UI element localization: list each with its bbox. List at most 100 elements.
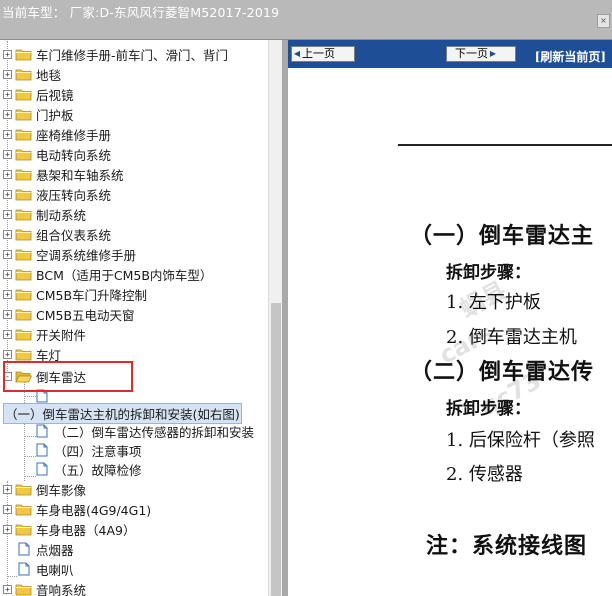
- tree-item-label: 座椅维修手册: [36, 127, 112, 143]
- tree-item-label: 开关附件: [36, 327, 87, 343]
- tree-item-label: 电动转向系统: [36, 147, 112, 163]
- folder-icon: [15, 329, 32, 340]
- tree-item-label: 组合仪表系统: [36, 227, 112, 243]
- document-icon: [36, 389, 48, 403]
- expand-icon[interactable]: +: [3, 504, 12, 514]
- tree-item-label: CM5B五电动天窗: [36, 307, 135, 323]
- document-icon: [18, 562, 30, 576]
- tree-item[interactable]: + 车灯: [3, 344, 61, 364]
- expand-icon[interactable]: +: [3, 289, 12, 299]
- expand-icon[interactable]: +: [3, 89, 12, 99]
- tree-item-label: CM5B车门升降控制: [36, 287, 148, 303]
- tree-scrollbar[interactable]: [268, 40, 282, 596]
- collapse-icon[interactable]: -: [3, 371, 12, 381]
- tree-item[interactable]: + 音响系统: [3, 579, 86, 596]
- folder-icon: [15, 149, 32, 160]
- tree-item-label: 空调系统维修手册: [36, 247, 137, 263]
- expand-icon[interactable]: +: [3, 129, 12, 139]
- step-item: 2. 传感器: [446, 464, 523, 485]
- tree-item[interactable]: + 倒车影像: [3, 479, 86, 499]
- tree-item-label: 制动系统: [36, 207, 87, 223]
- tree-item-label: 倒车影像: [36, 482, 87, 498]
- folder-icon: [15, 289, 32, 300]
- tree-item-label: 车身电器(4G9/4G1): [36, 502, 152, 518]
- step-item: 1. 后保险杆（参照: [446, 430, 595, 451]
- tree-item[interactable]: + 座椅维修手册: [3, 124, 111, 144]
- expand-icon[interactable]: +: [3, 309, 12, 319]
- expand-icon[interactable]: +: [3, 329, 12, 339]
- folder-icon: [15, 229, 32, 240]
- tree-item[interactable]: + 开关附件: [3, 324, 86, 344]
- expand-icon[interactable]: +: [3, 149, 12, 159]
- folder-icon: [15, 49, 32, 60]
- tree-item-label: BCM（适用于CM5B内饰车型）: [36, 267, 213, 283]
- title-bar: 当前车型： 厂家:D-东风风行菱智M52017-2019 ×: [0, 0, 612, 40]
- expand-icon[interactable]: +: [3, 484, 12, 494]
- expand-icon[interactable]: +: [3, 349, 12, 359]
- expand-icon[interactable]: +: [3, 69, 12, 79]
- section-heading-1: （一）倒车雷达主: [410, 223, 595, 249]
- scrollbar-thumb[interactable]: [271, 303, 281, 596]
- folder-icon: [15, 504, 32, 515]
- window-control-icon[interactable]: ×: [597, 14, 610, 28]
- tree-item-reversing-radar[interactable]: - 倒车雷达: [3, 366, 86, 386]
- tree-item[interactable]: + BCM（适用于CM5B内饰车型）: [3, 264, 212, 284]
- expand-icon[interactable]: +: [3, 524, 12, 534]
- folder-icon: [15, 129, 32, 140]
- tree-item[interactable]: + CM5B五电动天窗: [3, 304, 135, 324]
- folder-icon: [15, 309, 32, 320]
- tree-item-label: （五）故障检修: [54, 462, 142, 478]
- tree-item[interactable]: + 组合仪表系统: [3, 224, 111, 244]
- tree-item-selected[interactable]: （一）倒车雷达主机的拆卸和安装(如右图): [3, 402, 242, 424]
- tree-item-label: （二）倒车雷达传感器的拆卸和安装: [54, 424, 255, 440]
- tree-item[interactable]: + 车门维修手册-前车门、滑门、背门: [3, 44, 228, 64]
- arrow-left-icon: ◀: [293, 49, 301, 58]
- arrow-right-icon: ▶: [489, 49, 497, 58]
- steps-label: 拆卸步骤：: [446, 263, 531, 283]
- tree-item[interactable]: + 地毯: [3, 64, 61, 84]
- expand-icon[interactable]: +: [3, 269, 12, 279]
- expand-icon[interactable]: +: [3, 189, 12, 199]
- folder-icon: [15, 249, 32, 260]
- tree-item-label: 悬架和车轴系统: [36, 167, 124, 183]
- expand-icon[interactable]: +: [3, 209, 12, 219]
- tree-connector: [24, 396, 36, 397]
- refresh-page-link[interactable]: [刷新当前页]: [535, 48, 606, 65]
- document-icon: [18, 542, 30, 556]
- tree-doc-item[interactable]: （四）注意事项: [36, 440, 142, 460]
- next-page-button[interactable]: 下一页 ▶: [446, 46, 516, 62]
- expand-icon[interactable]: +: [3, 249, 12, 259]
- expand-icon[interactable]: +: [3, 169, 12, 179]
- category-tree: + 车门维修手册-前车门、滑门、背门 + 地毯 + 后视镜 + 门护板 + 座椅…: [0, 41, 282, 596]
- tree-item-label: 点烟器: [36, 542, 74, 558]
- tree-item-label: 车身电器（4A9）: [36, 522, 136, 538]
- prev-page-button[interactable]: ◀ 上一页: [291, 46, 355, 62]
- tree-connector: [24, 456, 36, 457]
- tree-item[interactable]: + 车身电器（4A9）: [3, 519, 135, 539]
- tree-item[interactable]: + 悬架和车轴系统: [3, 164, 124, 184]
- expand-icon[interactable]: +: [3, 109, 12, 119]
- tree-item[interactable]: + 车身电器(4G9/4G1): [3, 499, 151, 519]
- expand-icon[interactable]: +: [3, 229, 12, 239]
- tree-doc-item[interactable]: （五）故障检修: [36, 459, 142, 479]
- tree-item[interactable]: + 液压转向系统: [3, 184, 111, 204]
- expand-icon[interactable]: +: [3, 584, 12, 594]
- tree-connector: [7, 576, 17, 577]
- tree-item[interactable]: + 电动转向系统: [3, 144, 111, 164]
- folder-icon: [15, 269, 32, 280]
- tree-doc-item[interactable]: 电喇叭: [18, 559, 74, 579]
- folder-icon: [15, 169, 32, 180]
- folder-icon: [15, 349, 32, 360]
- tree-item-label: 液压转向系统: [36, 187, 112, 203]
- tree-item[interactable]: + 制动系统: [3, 204, 86, 224]
- tree-item[interactable]: + 门护板: [3, 104, 74, 124]
- tree-item[interactable]: + CM5B车门升降控制: [3, 284, 147, 304]
- tree-item-label: 车门维修手册-前车门、滑门、背门: [36, 47, 229, 63]
- expand-icon[interactable]: +: [3, 49, 12, 59]
- tree-item[interactable]: + 空调系统维修手册: [3, 244, 136, 264]
- tree-doc-item[interactable]: （二）倒车雷达传感器的拆卸和安装: [36, 421, 254, 441]
- tree-item[interactable]: + 后视镜: [3, 84, 74, 104]
- tree-doc-item[interactable]: 点烟器: [18, 539, 74, 559]
- tree-item-label: 后视镜: [36, 87, 74, 103]
- steps-label: 拆卸步骤：: [446, 399, 531, 419]
